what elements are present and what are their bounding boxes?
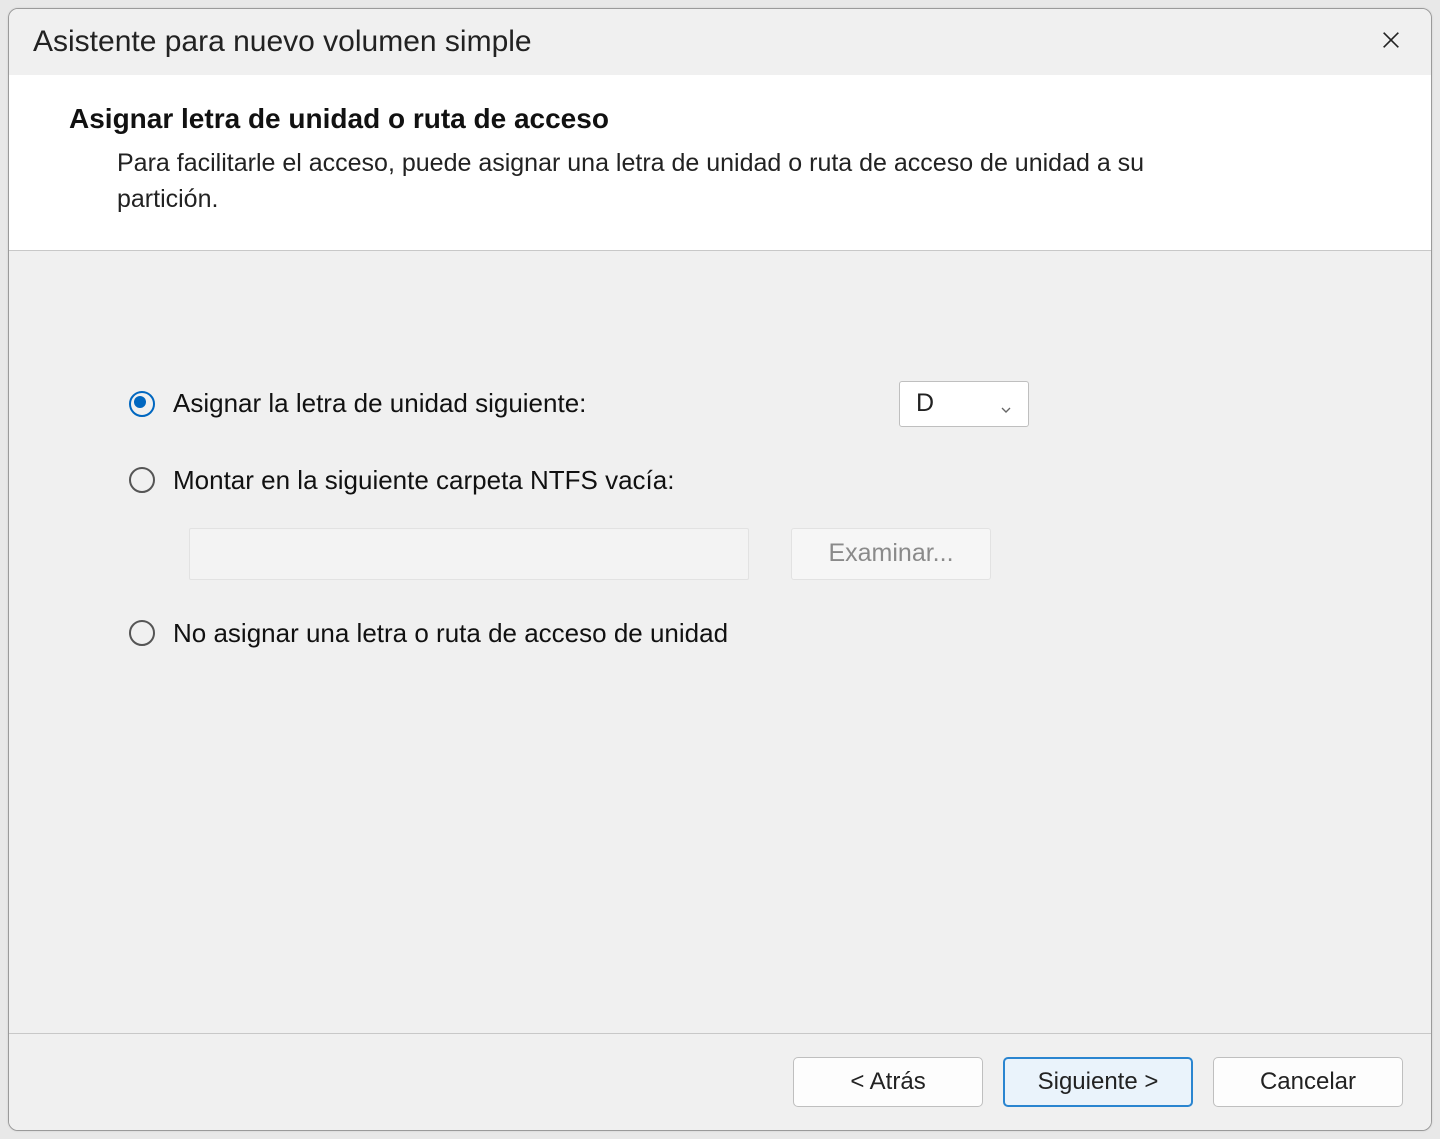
radio-no-assign[interactable] [129, 620, 155, 646]
option-no-assign-row: No asignar una letra o ruta de acceso de… [129, 618, 1351, 649]
back-button[interactable]: < Atrás [793, 1057, 983, 1107]
titlebar: Asistente para nuevo volumen simple [9, 9, 1431, 75]
radio-no-assign-label[interactable]: No asignar una letra o ruta de acceso de… [173, 618, 728, 649]
mount-folder-controls: Examinar... [189, 528, 1351, 580]
drive-letter-value: D [916, 389, 934, 418]
drive-letter-select[interactable]: D [899, 381, 1029, 427]
close-button[interactable] [1367, 18, 1415, 66]
radio-mount-folder[interactable] [129, 467, 155, 493]
radio-mount-folder-label[interactable]: Montar en la siguiente carpeta NTFS vací… [173, 465, 674, 496]
wizard-dialog: Asistente para nuevo volumen simple Asig… [8, 8, 1432, 1131]
cancel-button[interactable]: Cancelar [1213, 1057, 1403, 1107]
wizard-header: Asignar letra de unidad o ruta de acceso… [9, 75, 1431, 251]
page-description: Para facilitarle el acceso, puede asigna… [117, 145, 1177, 218]
radio-assign-letter[interactable] [129, 391, 155, 417]
close-icon [1380, 29, 1402, 56]
next-button[interactable]: Siguiente > [1003, 1057, 1193, 1107]
option-mount-folder-row: Montar en la siguiente carpeta NTFS vací… [129, 465, 1351, 496]
window-title: Asistente para nuevo volumen simple [33, 25, 532, 59]
page-title: Asignar letra de unidad o ruta de acceso [69, 103, 1371, 135]
chevron-down-icon [998, 396, 1014, 412]
wizard-body: Asignar la letra de unidad siguiente: D … [9, 251, 1431, 1034]
option-assign-letter-row: Asignar la letra de unidad siguiente: D [129, 381, 1029, 427]
browse-button: Examinar... [791, 528, 991, 580]
mount-path-input [189, 528, 749, 580]
radio-assign-letter-label[interactable]: Asignar la letra de unidad siguiente: [173, 388, 586, 419]
wizard-footer: < Atrás Siguiente > Cancelar [9, 1033, 1431, 1130]
